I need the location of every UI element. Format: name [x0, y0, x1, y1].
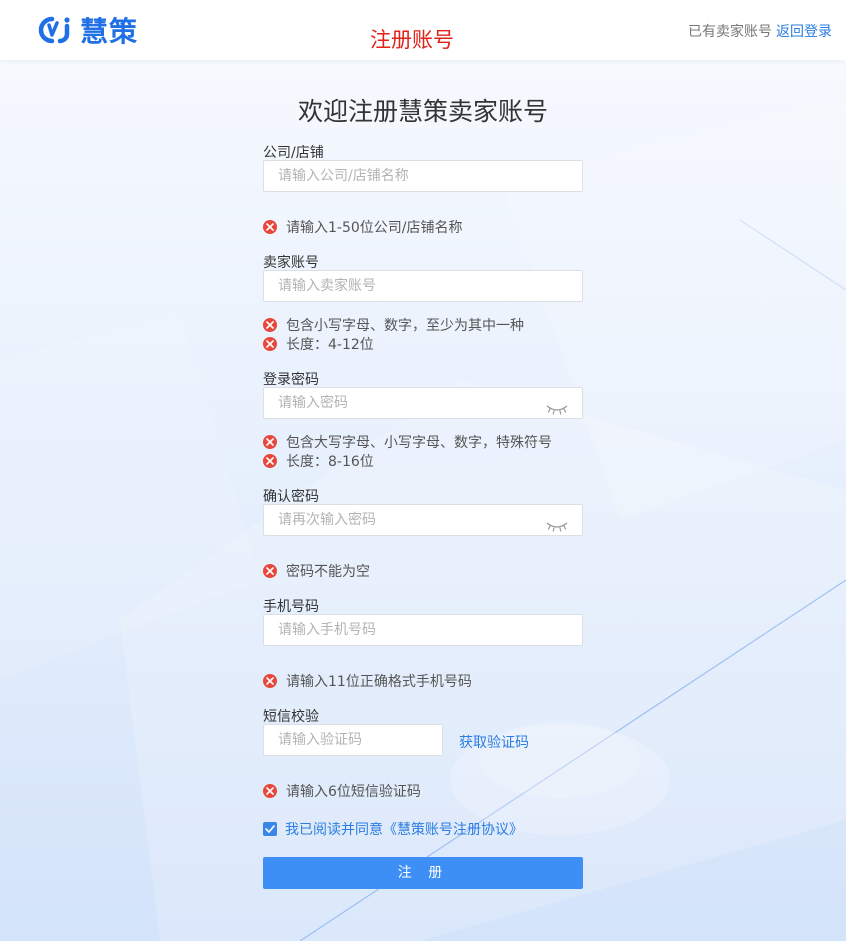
- confirm-password-placeholder: 请再次输入密码: [278, 512, 376, 528]
- page-title: 欢迎注册慧策卖家账号: [297, 97, 548, 126]
- company-placeholder: 请输入公司/店铺名称: [278, 168, 409, 184]
- error-icon: [263, 454, 277, 468]
- header-login-prompt: 已有卖家账号 返回登录: [688, 21, 832, 41]
- error-text: 包含小写字母、数字，至少为其中一种: [286, 318, 524, 334]
- error-icon: [263, 564, 277, 578]
- company-label: 公司/店铺: [263, 145, 324, 161]
- account-input[interactable]: 请输入卖家账号: [263, 270, 583, 302]
- logo-text: 慧策: [80, 15, 139, 48]
- password-error: 包含大写字母、小写字母、数字，特殊符号: [263, 432, 552, 452]
- company-error: 请输入1-50位公司/店铺名称: [263, 217, 463, 237]
- get-code-link[interactable]: 获取验证码: [459, 732, 529, 752]
- sms-label: 短信校验: [263, 709, 319, 725]
- eye-closed-icon[interactable]: [546, 513, 568, 543]
- register-button[interactable]: 注 册: [263, 857, 583, 889]
- error-icon: [263, 220, 277, 234]
- password-input[interactable]: 请输入密码: [263, 387, 583, 419]
- header-title: 注册账号: [370, 28, 454, 52]
- confirm-password-input[interactable]: 请再次输入密码: [263, 504, 583, 536]
- have-account-text: 已有卖家账号: [688, 24, 772, 40]
- sms-code-input[interactable]: 请输入验证码: [263, 724, 443, 756]
- phone-placeholder: 请输入手机号码: [278, 622, 376, 638]
- confirm-password-label: 确认密码: [263, 489, 319, 505]
- check-icon: [265, 825, 275, 833]
- logo-icon: [38, 16, 70, 44]
- confirm-password-error: 密码不能为空: [263, 561, 370, 581]
- error-icon: [263, 784, 277, 798]
- background-decoration: [0, 100, 846, 941]
- account-error: 长度：4-12位: [263, 334, 374, 354]
- background: [0, 60, 846, 941]
- account-label: 卖家账号: [263, 255, 319, 271]
- account-placeholder: 请输入卖家账号: [278, 278, 376, 294]
- error-text: 长度：8-16位: [286, 454, 374, 470]
- error-text: 长度：4-12位: [286, 337, 374, 353]
- phone-label: 手机号码: [263, 599, 319, 615]
- error-icon: [263, 435, 277, 449]
- error-text: 请输入6位短信验证码: [286, 784, 421, 800]
- agreement-text[interactable]: 我已阅读并同意《慧策账号注册协议》: [285, 819, 523, 839]
- error-icon: [263, 318, 277, 332]
- sms-placeholder: 请输入验证码: [278, 732, 362, 748]
- top-header: 慧策 注册账号 已有卖家账号 返回登录: [0, 0, 846, 60]
- error-icon: [263, 674, 277, 688]
- agreement[interactable]: 我已阅读并同意《慧策账号注册协议》: [263, 819, 523, 839]
- error-text: 请输入11位正确格式手机号码: [286, 674, 472, 690]
- company-input[interactable]: 请输入公司/店铺名称: [263, 160, 583, 192]
- agreement-checkbox[interactable]: [263, 822, 277, 836]
- phone-input[interactable]: 请输入手机号码: [263, 614, 583, 646]
- phone-error: 请输入11位正确格式手机号码: [263, 671, 472, 691]
- logo[interactable]: 慧策: [36, 12, 138, 48]
- password-label: 登录密码: [263, 372, 319, 388]
- password-placeholder: 请输入密码: [278, 395, 348, 411]
- password-error: 长度：8-16位: [263, 451, 374, 471]
- back-login-link[interactable]: 返回登录: [776, 24, 832, 40]
- error-icon: [263, 337, 277, 351]
- eye-closed-icon[interactable]: [546, 396, 568, 426]
- error-text: 密码不能为空: [286, 564, 370, 580]
- error-text: 包含大写字母、小写字母、数字，特殊符号: [286, 435, 552, 451]
- error-text: 请输入1-50位公司/店铺名称: [286, 220, 463, 236]
- account-error: 包含小写字母、数字，至少为其中一种: [263, 315, 524, 335]
- sms-error: 请输入6位短信验证码: [263, 781, 421, 801]
